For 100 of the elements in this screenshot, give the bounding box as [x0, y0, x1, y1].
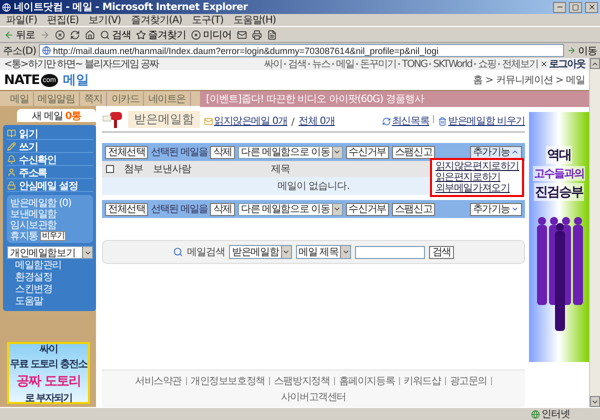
- refresh-button[interactable]: [70, 30, 80, 40]
- printer-icon: [252, 30, 262, 40]
- spam-report-button[interactable]: 스팸신고: [392, 146, 436, 158]
- top-link[interactable]: 메일: [336, 57, 354, 71]
- column-header: 첨부: [124, 163, 143, 176]
- sidebar-item[interactable]: 읽기: [7, 128, 93, 140]
- sidebar-link[interactable]: 환경설정: [15, 272, 93, 283]
- spam-report-button[interactable]: 스팸신고: [392, 202, 436, 216]
- trash-icon: [438, 116, 448, 126]
- empty-trash-button[interactable]: 비우기: [40, 230, 66, 240]
- menu-item[interactable]: 편집(E): [47, 13, 79, 27]
- footer-link[interactable]: 개인정보보호정책: [190, 374, 265, 388]
- caret-icon: [511, 148, 519, 156]
- delete-button[interactable]: 삭제: [210, 146, 235, 158]
- refresh-list-link[interactable]: 최신목록: [382, 114, 430, 128]
- person-icon: [7, 168, 16, 177]
- empty-mailbox-link[interactable]: 받은메일함 비우기: [438, 114, 525, 128]
- promo-link[interactable]: <통>하기만 하면~ 블리자드게임 공짜: [4, 57, 159, 71]
- folder-select[interactable]: 개인메일함보기: [7, 246, 93, 259]
- total-count-link[interactable]: 전체 0개: [298, 114, 335, 128]
- move-folder-select[interactable]: 다른 메일함으로 이동: [238, 202, 343, 216]
- footer-link[interactable]: 사이버고객센터: [280, 390, 346, 404]
- caret-icon: [333, 205, 342, 213]
- sidebar-link[interactable]: 스킨변경: [15, 284, 93, 295]
- menu-item[interactable]: 읽지않은편지로하기: [435, 161, 519, 172]
- window-title: 네이트닷컴 - 메일 - Microsoft Internet Explorer: [14, 1, 249, 14]
- top-link[interactable]: 전체보기: [502, 57, 538, 71]
- search-button[interactable]: 검색: [100, 28, 131, 42]
- bell-icon: [7, 155, 16, 164]
- menu-item[interactable]: 파일(F): [6, 13, 38, 27]
- more-features-button[interactable]: 추가기능: [470, 146, 522, 158]
- block-button[interactable]: 수신거부: [346, 146, 389, 158]
- back-button[interactable]: 뒤로: [4, 28, 35, 42]
- search-folder-select[interactable]: 받은메일함: [229, 245, 292, 259]
- unread-count-link[interactable]: 읽지않은메일 0개: [204, 114, 288, 128]
- select-all-button[interactable]: 전체선택: [105, 202, 148, 216]
- lock-icon: [7, 181, 16, 190]
- scrollbar[interactable]: [589, 58, 600, 407]
- menu-item[interactable]: 보기(V): [88, 13, 121, 27]
- sidebar-item[interactable]: 수신확인: [7, 154, 93, 166]
- top-link[interactable]: 뉴스: [312, 57, 330, 71]
- column-header: 제목: [271, 163, 290, 176]
- select-all-checkbox[interactable]: [106, 165, 114, 173]
- menu-item[interactable]: 즐겨찾기(A): [130, 13, 182, 27]
- print-button[interactable]: [252, 30, 262, 40]
- menu-item[interactable]: 외부메일가져오기: [435, 183, 519, 194]
- home-button[interactable]: [85, 30, 95, 40]
- footer-link[interactable]: 광고문의: [450, 374, 487, 388]
- maximize-icon: [572, 4, 579, 10]
- menu-item[interactable]: 도구(T): [192, 13, 224, 27]
- address-label: 주소(D): [3, 44, 36, 58]
- footer-link[interactable]: 키워드샵: [404, 374, 441, 388]
- sidebar-item[interactable]: 안심메일 설정: [7, 180, 93, 192]
- search-field-select[interactable]: 메일 제목: [296, 245, 352, 259]
- top-link[interactable]: 쇼핑: [478, 57, 496, 71]
- maximize-button[interactable]: [569, 2, 582, 12]
- address-field[interactable]: http://mail.daum.net/hanmail/Index.daum?error=login&dummy=703087614&nil_profile=p&nil_logi: [39, 44, 564, 57]
- move-folder-select[interactable]: 다른 메일함으로 이동: [238, 146, 343, 158]
- select-all-button[interactable]: 전체선택: [105, 146, 148, 158]
- sidebar-link[interactable]: 메일함관리: [15, 260, 93, 271]
- forward-arrow-icon: [40, 30, 50, 40]
- media-button[interactable]: 미디어: [191, 28, 232, 42]
- breadcrumb: 홈 > 커뮤니케이션 > 메일: [473, 74, 585, 87]
- delete-button[interactable]: 삭제: [210, 202, 235, 216]
- search-icon: [173, 247, 184, 257]
- favorites-button[interactable]: 즐겨찾기: [136, 28, 186, 42]
- edit-button[interactable]: [266, 30, 276, 40]
- home-icon: [85, 30, 95, 40]
- top-link[interactable]: 돈꾸미기: [360, 57, 396, 71]
- search-button[interactable]: 검색: [429, 246, 454, 258]
- minimize-button[interactable]: [553, 2, 566, 12]
- zone-indicator: 인터넷: [530, 407, 570, 420]
- ad-banner[interactable]: 싸이 무료 도토리 충전소 공짜 도토리 로 부자되기: [7, 342, 90, 404]
- sidebar-item[interactable]: 주소록: [7, 167, 93, 179]
- go-button[interactable]: 이동: [567, 44, 597, 58]
- search-input[interactable]: [355, 246, 426, 258]
- book-icon: [7, 129, 16, 138]
- stop-icon: [55, 30, 65, 40]
- footer-link[interactable]: 홈페이지등록: [338, 374, 395, 388]
- footer-link[interactable]: 스팸방지정책: [274, 374, 330, 388]
- mail-button[interactable]: [236, 30, 246, 40]
- menu-item[interactable]: 도움말(H): [233, 13, 276, 27]
- stop-button[interactable]: [55, 30, 65, 40]
- top-link[interactable]: 검색: [288, 57, 306, 71]
- sidebar-item[interactable]: 쓰기: [7, 141, 93, 153]
- logout-link[interactable]: 로그아웃: [540, 57, 585, 71]
- sidebar-link[interactable]: 도움말: [15, 296, 93, 307]
- block-button[interactable]: 수신거부: [346, 202, 389, 216]
- top-link[interactable]: 싸이: [264, 57, 282, 71]
- close-button[interactable]: [585, 2, 598, 12]
- ad-banner[interactable]: 역대 고수들과의 진검승부: [529, 112, 589, 362]
- top-link[interactable]: SKTWorld: [433, 58, 472, 70]
- footer-link[interactable]: 서비스약관: [135, 374, 182, 388]
- globe-icon: [42, 46, 52, 55]
- mailbox-title: 받은메일함: [128, 111, 200, 128]
- caret-icon: [342, 248, 350, 256]
- more-features-button[interactable]: 추가기능: [470, 202, 522, 216]
- search-icon: [100, 30, 110, 40]
- mailbox-icon: [102, 110, 124, 128]
- top-link[interactable]: TONG: [402, 58, 428, 70]
